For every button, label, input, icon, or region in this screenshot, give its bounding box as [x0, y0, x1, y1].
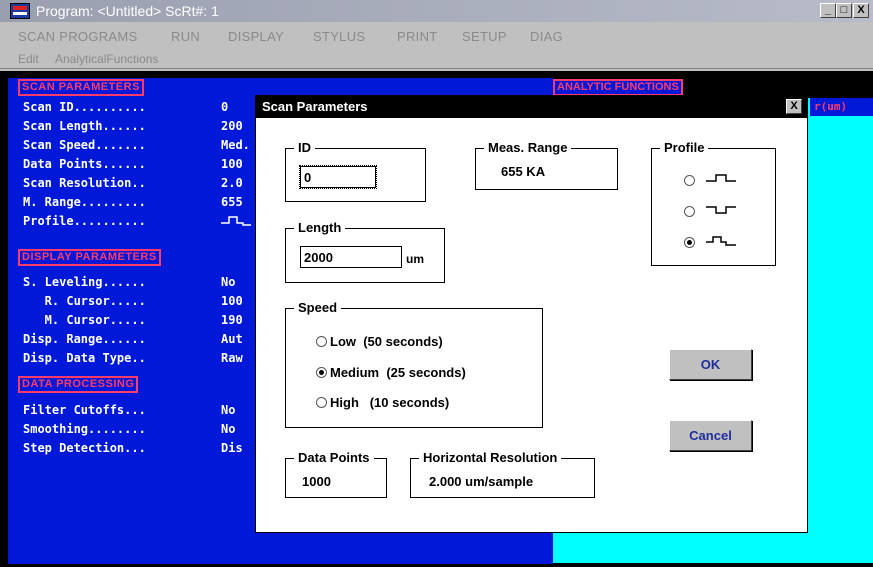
- data-processing-header: DATA PROCESSING: [18, 376, 139, 393]
- param-value: No: [221, 403, 236, 417]
- menu-bar: SCAN PROGRAMS RUN DISPLAY STYLUS PRINT S…: [0, 22, 873, 48]
- profile-group: Profile: [651, 140, 776, 266]
- param-value: No: [221, 422, 236, 436]
- data-points-value: 1000: [302, 474, 331, 489]
- param-label: Profile..........: [23, 214, 146, 228]
- id-input[interactable]: [299, 165, 377, 189]
- menu-display[interactable]: DISPLAY: [228, 29, 284, 44]
- param-value: 200: [221, 119, 243, 133]
- speed-low-radio[interactable]: [316, 336, 327, 347]
- param-value: 190: [221, 313, 243, 327]
- meas-range-group: Meas. Range 655 KA: [475, 140, 618, 190]
- param-value: 655: [221, 195, 243, 209]
- param-value: 100: [221, 294, 243, 308]
- length-label: Length: [294, 220, 346, 236]
- speed-high-label[interactable]: High (10 seconds): [330, 395, 449, 410]
- param-label: M. Cursor.....: [23, 313, 146, 327]
- analytic-functions-header: ANALYTIC FUNCTIONS: [553, 79, 683, 96]
- profile-label: Profile: [660, 140, 709, 156]
- scan-parameters-header: SCAN PARAMETERS: [18, 79, 144, 96]
- profile-step-icon: [221, 216, 251, 226]
- id-group: ID: [285, 140, 426, 202]
- right-column-label: r(um): [810, 98, 873, 116]
- dialog-title-bar: Scan Parameters X: [256, 96, 807, 118]
- title-bar: Program: <Untitled> ScRt#: 1 _ □ X: [0, 0, 873, 22]
- data-points-label: Data Points: [294, 450, 374, 466]
- menu-setup[interactable]: SETUP: [462, 29, 507, 44]
- param-label: S. Leveling......: [23, 275, 146, 289]
- length-input[interactable]: [300, 246, 402, 268]
- menu-edit[interactable]: Edit: [18, 52, 39, 66]
- profile-option-1-radio[interactable]: [684, 175, 695, 186]
- param-label: Data Points......: [23, 157, 146, 171]
- scan-parameters-dialog: Scan Parameters X ID Meas. Range 655 KA …: [255, 95, 808, 533]
- param-label: R. Cursor.....: [23, 294, 146, 308]
- length-unit: um: [406, 252, 424, 266]
- profile-step-down-icon: [706, 206, 736, 214]
- speed-low-label[interactable]: Low (50 seconds): [330, 334, 443, 349]
- meas-range-value: 655 KA: [501, 164, 546, 179]
- profile-option-2-radio[interactable]: [684, 206, 695, 217]
- meas-range-label: Meas. Range: [484, 140, 572, 156]
- menu-diag[interactable]: DIAG: [530, 29, 563, 44]
- param-label: Step Detection...: [23, 441, 146, 455]
- menu-scan-programs[interactable]: SCAN PROGRAMS: [18, 29, 137, 44]
- close-button[interactable]: X: [853, 3, 869, 18]
- dialog-close-button[interactable]: X: [786, 99, 802, 114]
- param-label: M. Range.........: [23, 195, 146, 209]
- app-icon: [10, 3, 30, 19]
- param-value: 100: [221, 157, 243, 171]
- window-title: Program: <Untitled> ScRt#: 1: [36, 3, 219, 19]
- param-value: 0: [221, 100, 229, 114]
- profile-option-3-radio[interactable]: [684, 237, 695, 248]
- param-label: Smoothing........: [23, 422, 146, 436]
- menu-run[interactable]: RUN: [171, 29, 200, 44]
- horizontal-resolution-group: Horizontal Resolution 2.000 um/sample: [410, 450, 595, 498]
- speed-high-radio[interactable]: [316, 397, 327, 408]
- length-group: Length um: [285, 220, 445, 283]
- id-label: ID: [294, 140, 315, 156]
- minimize-button[interactable]: _: [820, 3, 836, 18]
- speed-medium-radio[interactable]: [316, 367, 327, 378]
- speed-medium-label[interactable]: Medium (25 seconds): [330, 365, 466, 380]
- param-value: 2.0: [221, 176, 243, 190]
- param-label: Scan Length......: [23, 119, 146, 133]
- profile-step-up-icon: [706, 174, 736, 182]
- param-label: Scan ID..........: [23, 100, 146, 114]
- profile-step-both-icon: [706, 236, 736, 246]
- param-label: Disp. Data Type..: [23, 351, 146, 365]
- speed-group: Speed Low (50 seconds) Medium (25 second…: [285, 300, 543, 428]
- param-value: Dis: [221, 441, 243, 455]
- param-label: Scan Resolution..: [23, 176, 146, 190]
- dialog-title: Scan Parameters: [262, 99, 368, 114]
- display-parameters-header: DISPLAY PARAMETERS: [18, 249, 161, 266]
- speed-label: Speed: [294, 300, 342, 316]
- data-points-group: Data Points 1000: [285, 450, 387, 498]
- cancel-button[interactable]: Cancel: [669, 420, 752, 451]
- param-value: Aut: [221, 332, 243, 346]
- param-value: No: [221, 275, 236, 289]
- param-label: Filter Cutoffs...: [23, 403, 146, 417]
- param-label: Scan Speed.......: [23, 138, 146, 152]
- menu-stylus[interactable]: STYLUS: [313, 29, 365, 44]
- param-value: Raw: [221, 351, 243, 365]
- horizontal-resolution-value: 2.000 um/sample: [429, 474, 534, 489]
- horizontal-resolution-label: Horizontal Resolution: [419, 450, 562, 466]
- param-label: Disp. Range......: [23, 332, 146, 346]
- menu-print[interactable]: PRINT: [397, 29, 438, 44]
- maximize-button[interactable]: □: [836, 3, 852, 18]
- menu-analytical-functions[interactable]: AnalyticalFunctions: [55, 52, 158, 66]
- ok-button[interactable]: OK: [669, 349, 752, 380]
- secondary-menu-bar: Edit AnalyticalFunctions: [0, 48, 873, 69]
- param-value: Med.: [221, 138, 250, 152]
